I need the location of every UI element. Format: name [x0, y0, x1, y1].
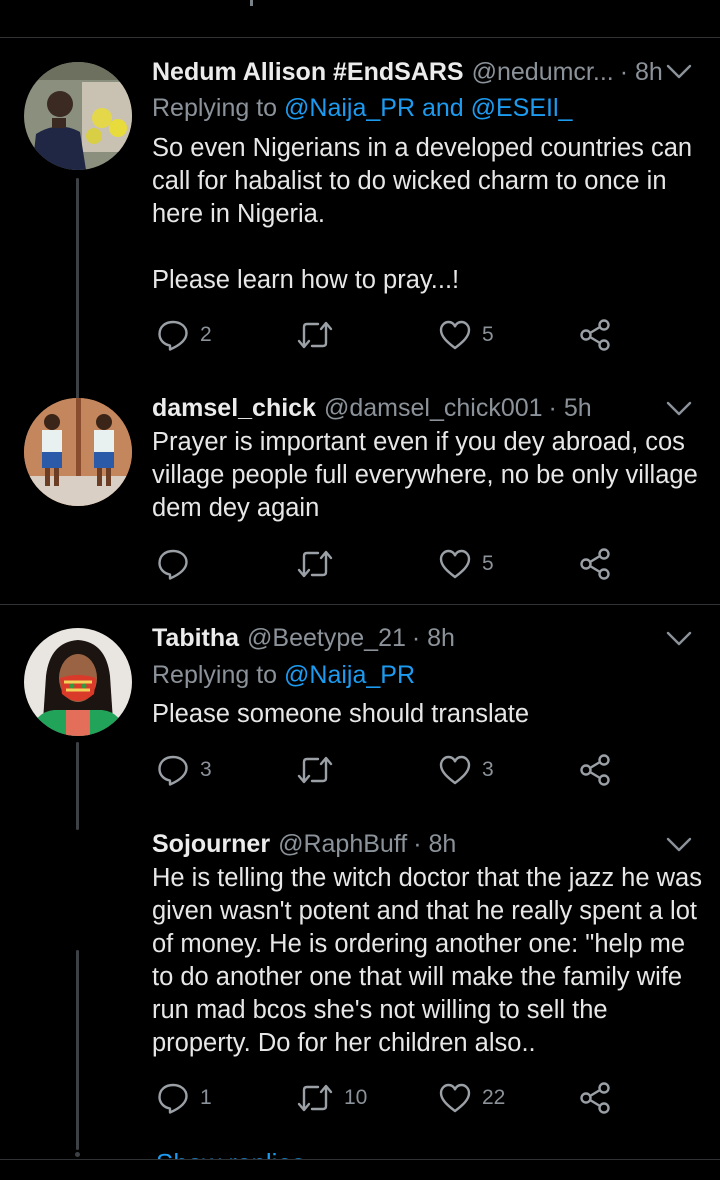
tweet-header: Tabitha @Beetype_21 · 8h	[152, 621, 455, 655]
replying-to-link[interactable]: @Naija_PR	[284, 661, 415, 689]
thread-dot	[75, 1152, 80, 1157]
replying-to-prefix: Replying to	[152, 94, 285, 122]
username[interactable]: @RaphBuff	[278, 827, 407, 861]
retweet-icon	[297, 756, 333, 784]
bottom-divider	[0, 1159, 720, 1160]
retweet-icon	[297, 321, 333, 349]
reply-count: 2	[200, 323, 212, 346]
share-icon	[580, 754, 610, 786]
retweet-button[interactable]	[296, 315, 344, 355]
like-button[interactable]: 3	[438, 750, 494, 790]
timestamp[interactable]: · 5h	[549, 391, 592, 425]
chevron-down-icon[interactable]	[666, 64, 692, 80]
tweet-header: Sojourner @RaphBuff · 8h	[152, 827, 456, 861]
heart-icon	[439, 1083, 471, 1113]
reply-button[interactable]: 3	[156, 750, 212, 790]
tweet-text: Prayer is important even if you dey abro…	[152, 428, 698, 522]
retweet-count: 10	[344, 1086, 368, 1109]
tweet-divider	[0, 604, 720, 605]
tweet-text: So even Nigerians in a developed countri…	[152, 134, 693, 294]
tweet-text: Please someone should translate	[152, 700, 530, 728]
like-button[interactable]: 22	[438, 1078, 505, 1118]
display-name[interactable]: Sojourner	[152, 827, 270, 861]
reply-icon	[158, 549, 188, 580]
reply-count: 1	[200, 1086, 212, 1109]
chevron-down-icon[interactable]	[666, 631, 692, 647]
previous-tweet-action-remnant	[250, 0, 253, 6]
replying-to-link[interactable]: @Naija_PR and @ESEIl_	[284, 94, 572, 122]
avatar[interactable]	[24, 398, 132, 506]
display-name[interactable]: Nedum Allison #EndSARS	[152, 55, 464, 89]
thread-line	[76, 742, 79, 830]
retweet-icon	[297, 1084, 333, 1112]
retweet-button[interactable]	[296, 750, 344, 790]
tweet-header: damsel_chick @damsel_chick001 · 5h	[152, 391, 592, 425]
retweet-button[interactable]: 10	[296, 1078, 367, 1118]
reply-count: 3	[200, 758, 212, 781]
avatar[interactable]	[24, 62, 132, 170]
share-button[interactable]	[578, 1078, 612, 1118]
replying-to: Replying to @Naija_PR	[152, 658, 415, 692]
username[interactable]: @Beetype_21	[247, 621, 406, 655]
like-button[interactable]: 5	[438, 315, 494, 355]
share-icon	[580, 548, 610, 580]
chevron-down-icon[interactable]	[666, 837, 692, 853]
avatar[interactable]	[24, 628, 132, 736]
share-icon	[580, 1082, 610, 1114]
share-icon	[580, 319, 610, 351]
thread-line	[76, 950, 79, 1150]
like-count: 5	[482, 323, 494, 346]
username[interactable]: @damsel_chick001	[324, 391, 543, 425]
reply-button[interactable]: 1	[156, 1078, 212, 1118]
thread-line	[76, 178, 79, 400]
reply-icon	[158, 755, 188, 786]
share-button[interactable]	[578, 750, 612, 790]
display-name[interactable]: Tabitha	[152, 621, 239, 655]
reply-button[interactable]: 2	[156, 315, 212, 355]
like-count: 22	[482, 1086, 506, 1109]
replying-to-prefix: Replying to	[152, 661, 285, 689]
display-name[interactable]: damsel_chick	[152, 391, 316, 425]
tweet-header: Nedum Allison #EndSARS @nedumcr... · 8h	[152, 55, 663, 89]
reply-button[interactable]	[156, 544, 200, 584]
reply-icon	[158, 1083, 188, 1114]
bottom-edge	[0, 1160, 720, 1180]
share-button[interactable]	[578, 315, 612, 355]
share-button[interactable]	[578, 544, 612, 584]
like-count: 3	[482, 758, 494, 781]
chevron-down-icon[interactable]	[666, 401, 692, 417]
timestamp[interactable]: · 8h	[413, 827, 456, 861]
like-button[interactable]: 5	[438, 544, 494, 584]
top-divider	[0, 37, 720, 38]
like-count: 5	[482, 552, 494, 575]
username[interactable]: @nedumcr...	[472, 55, 614, 89]
timestamp[interactable]: · 8h	[620, 55, 663, 89]
heart-icon	[439, 755, 471, 785]
retweet-button[interactable]	[296, 544, 344, 584]
heart-icon	[439, 320, 471, 350]
reply-icon	[158, 320, 188, 351]
replying-to: Replying to @Naija_PR and @ESEIl_	[152, 91, 572, 125]
timestamp[interactable]: · 8h	[412, 621, 455, 655]
heart-icon	[439, 549, 471, 579]
retweet-icon	[297, 550, 333, 578]
tweet-text: He is telling the witch doctor that the …	[152, 864, 702, 1057]
